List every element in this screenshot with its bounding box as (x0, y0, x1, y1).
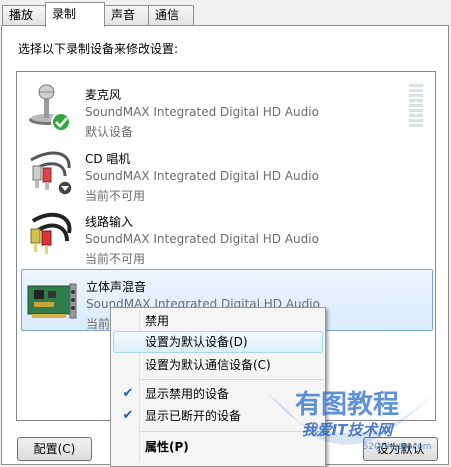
device-status: 默认设备 (85, 125, 134, 139)
device-status: 当前不可用 (85, 252, 146, 266)
menu-item-label: 显示已断开的设备 (145, 409, 242, 423)
watermark-logo: 有图教程 我爱IT技术网 52Onhuan.com (267, 390, 437, 452)
check-badge-icon (51, 112, 71, 132)
device-item-cd-player[interactable]: CD 唱机 SoundMAX Integrated Digital HD Aud… (21, 142, 433, 204)
menu-item-set-default-comm-device[interactable]: 设置为默认通信设备(C) (113, 354, 323, 376)
menu-item-label: 属性(P) (145, 440, 189, 454)
checkmark-icon: ✔ (122, 386, 134, 401)
microphone-icon (29, 84, 71, 132)
device-description: SoundMAX Integrated Digital HD Audio (85, 232, 319, 246)
device-item-line-in[interactable]: 线路输入 SoundMAX Integrated Digital HD Audi… (21, 205, 433, 267)
device-status: 当前不可用 (85, 189, 146, 203)
tab-playback[interactable]: 播放 (2, 5, 46, 25)
watermark-subtext: 我爱IT技术网 (302, 421, 396, 439)
watermark-url: 52Onhuan.com (363, 442, 432, 452)
device-description: SoundMAX Integrated Digital HD Audio (85, 105, 319, 119)
menu-item-label: 设置为默认通信设备(C) (145, 358, 271, 372)
menu-item-label: 设置为默认设备(D) (145, 335, 248, 349)
menu-separator (141, 379, 323, 380)
sound-card-icon (27, 283, 77, 319)
device-status: 当前 (86, 317, 111, 331)
menu-item-label: 禁用 (145, 314, 170, 328)
rca-cable-icon (30, 212, 72, 254)
menu-item-set-default-device[interactable]: 设置为默认设备(D) (113, 331, 323, 353)
instruction-text: 选择以下录制设备来修改设置: (18, 42, 179, 56)
device-name: 立体声混音 (86, 280, 147, 294)
cd-cable-icon (30, 151, 73, 196)
device-name: 麦克风 (85, 88, 122, 102)
tab-communications[interactable]: 通信 (148, 5, 194, 25)
device-description: SoundMAX Integrated Digital HD Audio (85, 169, 319, 183)
tab-strip: 播放 录制 声音 通信 (0, 0, 451, 27)
menu-item-label: 显示禁用的设备 (145, 387, 230, 401)
tab-recording[interactable]: 录制 (45, 2, 105, 27)
configure-button[interactable]: 配置(C) (17, 437, 92, 461)
device-name: CD 唱机 (85, 152, 131, 166)
watermark-text: 有图教程 (295, 390, 399, 420)
device-name: 线路输入 (85, 215, 134, 229)
tab-sounds[interactable]: 声音 (104, 5, 149, 25)
device-item-microphone[interactable]: 麦克风 SoundMAX Integrated Digital HD Audio… (21, 78, 433, 140)
level-meter (409, 84, 423, 132)
menu-item-disable[interactable]: 禁用 (113, 310, 323, 332)
checkmark-icon: ✔ (122, 408, 134, 423)
